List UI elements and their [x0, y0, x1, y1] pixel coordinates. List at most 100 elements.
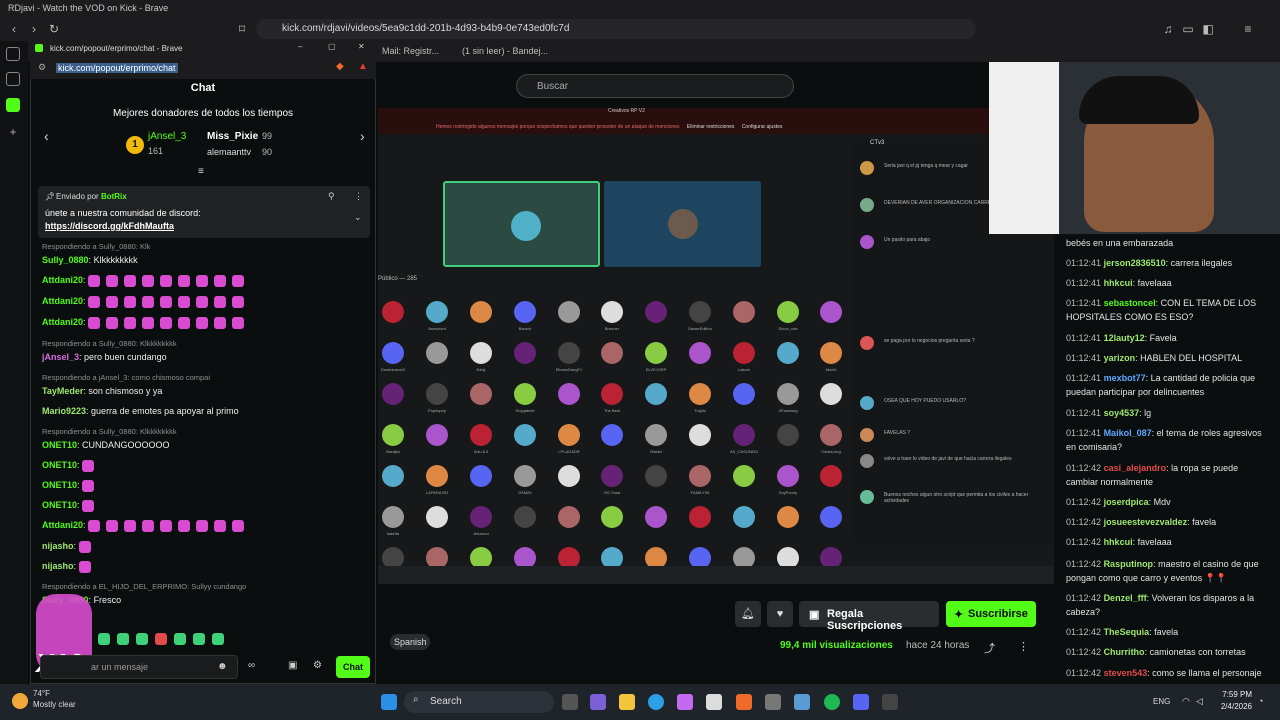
- taskbar-search[interactable]: ⌕ Search: [404, 691, 554, 713]
- spotify-icon[interactable]: [824, 694, 840, 710]
- quick-emote[interactable]: [136, 633, 148, 645]
- app-icon[interactable]: [765, 694, 781, 710]
- chat-username[interactable]: Denzel_fff: [1104, 593, 1147, 603]
- wallet-icon[interactable]: ◧: [1200, 21, 1216, 37]
- quick-emote[interactable]: [193, 633, 205, 645]
- kick-sidebar-icon[interactable]: [6, 98, 20, 112]
- menu-icon[interactable]: ≡: [1240, 21, 1256, 37]
- chat-username[interactable]: Rasputinop: [1104, 559, 1154, 569]
- pinned-expand-icon[interactable]: ⌄: [354, 212, 362, 223]
- close-icon[interactable]: ✕: [358, 42, 365, 51]
- volume-icon[interactable]: ◁: [1196, 696, 1203, 707]
- emoji-icon[interactable]: ☻: [217, 661, 228, 672]
- favorite-button[interactable]: ♥: [767, 601, 793, 627]
- weather-icon[interactable]: [12, 693, 28, 709]
- address-bar[interactable]: kick.com/rdjavi/videos/5ea9c1dd-201b-4d9…: [256, 19, 976, 39]
- chat-username[interactable]: TheSequia: [1104, 627, 1150, 637]
- unpin-icon[interactable]: ⚲: [328, 191, 335, 202]
- chat-username[interactable]: Churritho: [1104, 647, 1145, 657]
- weather-widget[interactable]: 74°F Mostly clear: [33, 688, 76, 710]
- donor-name[interactable]: alemaanttv: [207, 147, 251, 157]
- wifi-icon[interactable]: ◠: [1182, 696, 1190, 707]
- more-options-icon[interactable]: ⋮: [1018, 640, 1029, 653]
- chat-username[interactable]: casi_alejandro: [1104, 463, 1167, 473]
- chat-username[interactable]: josueestevezvaldez: [1104, 517, 1188, 527]
- chat-username[interactable]: TayMeder: [42, 386, 83, 396]
- chat-username[interactable]: ONET10: [42, 460, 77, 470]
- collapse-donors-icon[interactable]: ≡: [198, 166, 204, 177]
- settings-icon[interactable]: ⚙: [313, 660, 322, 671]
- extensions-icon[interactable]: ♫: [1160, 21, 1176, 37]
- chat-username[interactable]: nijasho: [42, 541, 74, 551]
- notification-icon[interactable]: ◔: [1258, 696, 1263, 706]
- store-icon[interactable]: [677, 694, 693, 710]
- gift-icon[interactable]: ▣: [288, 660, 297, 671]
- pinned-more-icon[interactable]: ⋮: [354, 191, 363, 202]
- chat-message-input[interactable]: ar un mensaje ☻: [40, 655, 238, 679]
- chat-username[interactable]: ONET10: [42, 440, 77, 450]
- donors-next-icon[interactable]: ›: [360, 128, 365, 144]
- chat-username[interactable]: sebastoncel: [1104, 298, 1156, 308]
- chat-username[interactable]: Sully_0880: [42, 255, 89, 265]
- pinned-by-user[interactable]: BotRix: [101, 192, 127, 201]
- popout-address-bar[interactable]: ⚙ kick.com/popout/erprimo/chat ◆ ▲: [30, 57, 376, 79]
- back-icon[interactable]: ‹: [6, 21, 22, 37]
- quick-emote[interactable]: [117, 633, 129, 645]
- gift-subs-button[interactable]: ▣ Regala Suscripciones: [799, 601, 939, 632]
- site-info-icon[interactable]: ⚙: [38, 62, 46, 73]
- brave-taskbar-icon[interactable]: [736, 694, 752, 710]
- pinned-link[interactable]: https://discord.gg/kFdhMaufta: [45, 221, 174, 231]
- chat-username[interactable]: 12lauty12: [1104, 333, 1145, 343]
- search-input[interactable]: Buscar: [516, 74, 794, 98]
- chat-username[interactable]: hhkcui: [1104, 278, 1133, 288]
- bookmarks-sidebar-icon[interactable]: [6, 47, 20, 61]
- chat-username[interactable]: Mario9223: [42, 406, 86, 416]
- copilot-icon[interactable]: [590, 694, 606, 710]
- task-view-icon[interactable]: [562, 694, 578, 710]
- chat-username[interactable]: steven543: [1104, 668, 1148, 678]
- notifications-button[interactable]: 🔔︎: [735, 601, 761, 627]
- chat-username[interactable]: joserdpica: [1104, 497, 1149, 507]
- clock[interactable]: 7:59 PM 2/4/2026: [1208, 689, 1252, 713]
- maximize-icon[interactable]: ▢: [328, 42, 336, 51]
- discord-icon[interactable]: [853, 694, 869, 710]
- donors-prev-icon[interactable]: ‹: [44, 128, 49, 144]
- bookmark-icon[interactable]: ⌑: [234, 21, 250, 37]
- share-icon[interactable]: ⤴: [984, 640, 995, 656]
- chat-username[interactable]: Attdani20: [42, 275, 83, 285]
- chat-username[interactable]: yarizon: [1104, 353, 1136, 363]
- app-icon[interactable]: [882, 694, 898, 710]
- chat-username[interactable]: ONET10: [42, 480, 77, 490]
- quick-emote[interactable]: [155, 633, 167, 645]
- app-icon[interactable]: [706, 694, 722, 710]
- reload-icon[interactable]: ↻: [46, 21, 62, 37]
- sidebar-icon[interactable]: ▭: [1180, 21, 1196, 37]
- donor-name[interactable]: jAnsel_3: [148, 131, 186, 142]
- windows-start-icon[interactable]: [381, 694, 397, 710]
- quick-emote[interactable]: [98, 633, 110, 645]
- loop-icon[interactable]: ∞: [248, 660, 255, 671]
- forward-icon[interactable]: ›: [26, 21, 42, 37]
- bookmark-mail[interactable]: Mail: Registr...: [382, 46, 439, 56]
- file-explorer-icon[interactable]: [619, 694, 635, 710]
- chat-send-button[interactable]: Chat: [336, 656, 370, 678]
- brave-shield-icon[interactable]: ◆: [336, 61, 344, 72]
- bookmark-inbox[interactable]: (1 sin leer) - Bandej...: [462, 46, 548, 56]
- language-indicator[interactable]: ENG: [1153, 697, 1170, 706]
- subscribe-button[interactable]: ✦ Suscribirse: [946, 601, 1036, 627]
- edge-icon[interactable]: [648, 694, 664, 710]
- popout-url-text[interactable]: kick.com/popout/erprimo/chat: [56, 63, 178, 73]
- quick-emote[interactable]: [212, 633, 224, 645]
- quick-emote[interactable]: [174, 633, 186, 645]
- chat-username[interactable]: soy4537: [1104, 408, 1140, 418]
- donor-name[interactable]: Miss_Pixie: [207, 131, 258, 142]
- minimize-icon[interactable]: –: [298, 42, 302, 51]
- language-tag[interactable]: Spanish: [390, 634, 430, 650]
- chat-username[interactable]: mexbot77: [1104, 373, 1146, 383]
- chat-username[interactable]: Maikol_087: [1104, 428, 1152, 438]
- app-icon[interactable]: [794, 694, 810, 710]
- chat-username[interactable]: jerson2836510: [1104, 258, 1166, 268]
- chat-username[interactable]: Attdani20: [42, 520, 83, 530]
- chat-username[interactable]: hhkcui: [1104, 537, 1133, 547]
- chat-username[interactable]: nijasho: [42, 561, 74, 571]
